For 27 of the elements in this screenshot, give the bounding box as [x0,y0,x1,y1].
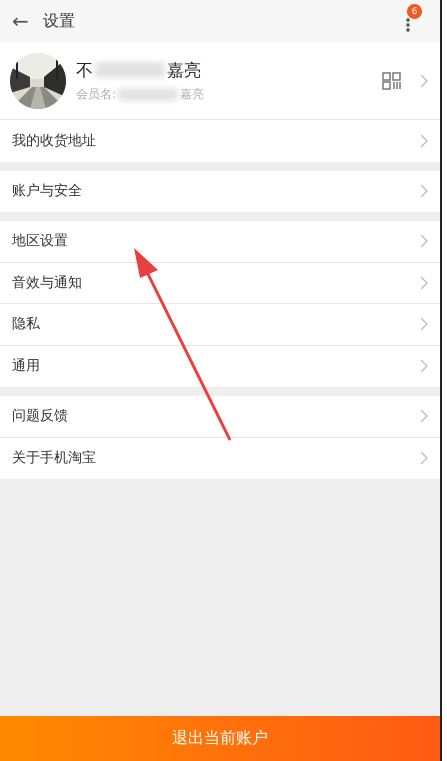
user-name: 不 [76,60,93,82]
qr-code-icon [382,72,402,90]
more-icon [406,18,410,32]
chevron-icon [420,359,428,374]
settings-item[interactable]: 通用 [0,346,440,387]
chevron-icon [420,184,428,198]
blurred-text [118,88,178,100]
member-name: 嘉亮 [180,86,204,102]
chevron-icon [420,134,428,148]
profile-row[interactable]: 不 嘉亮 会员名: 嘉亮 [0,42,440,120]
settings-item[interactable]: 关于手机淘宝 [0,438,440,479]
back-button[interactable]: ← [0,9,43,33]
settings-item[interactable]: 我的收货地址 [0,120,440,162]
chevron-icon [420,74,428,88]
chevron-icon [420,234,428,248]
chevron-icon [420,276,428,290]
member-name: 会员名: [76,86,116,102]
chevron-icon [420,317,428,332]
settings-item[interactable]: 问题反馈 [0,396,440,438]
settings-item[interactable]: 账户与安全 [0,170,440,212]
user-name: 嘉亮 [167,60,201,82]
chevron-icon [420,451,428,466]
chevron-icon [420,409,428,424]
blurred-text [95,62,165,78]
page-title: 设置 [42,10,75,32]
settings-item[interactable]: 隐私 [0,304,440,346]
notification-badge: 6 [407,4,422,19]
